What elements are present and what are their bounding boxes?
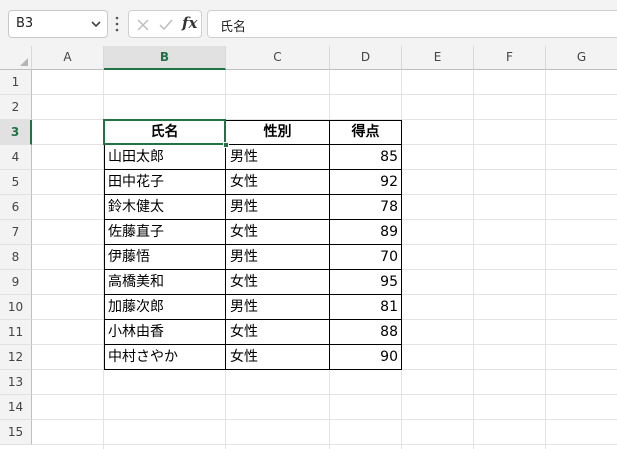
gender-cell[interactable]: 男性 (226, 145, 330, 170)
score-cell[interactable]: 85 (330, 145, 402, 170)
column-header-a[interactable]: A (32, 46, 104, 70)
name-cell[interactable]: 高橋美和 (104, 270, 226, 295)
name-cell[interactable]: 伊藤悟 (104, 245, 226, 270)
score-cell[interactable]: 95 (330, 270, 402, 295)
row-header-2[interactable]: 2 (0, 95, 32, 120)
score-cell[interactable]: 70 (330, 245, 402, 270)
name-cell[interactable]: 田中花子 (104, 170, 226, 195)
table-header-cell[interactable]: 性別 (226, 120, 330, 145)
gridline-horizontal (32, 444, 617, 445)
select-all-button[interactable] (0, 46, 32, 70)
formula-input[interactable]: 氏名 (207, 10, 617, 38)
row-header-10[interactable]: 10 (0, 295, 32, 320)
score-cell[interactable]: 78 (330, 195, 402, 220)
enter-check-icon[interactable] (158, 17, 174, 33)
insert-function-icon[interactable]: fx (182, 14, 197, 32)
score-cell[interactable]: 90 (330, 345, 402, 370)
name-cell[interactable]: 山田太郎 (104, 145, 226, 170)
gender-cell[interactable]: 男性 (226, 295, 330, 320)
gender-cell[interactable]: 男性 (226, 245, 330, 270)
name-box[interactable]: B3 (8, 10, 108, 38)
gridline-vertical (473, 70, 474, 449)
column-header-f[interactable]: F (474, 46, 546, 70)
row-header-6[interactable]: 6 (0, 195, 32, 220)
formula-buttons: fx (128, 10, 202, 38)
row-header-5[interactable]: 5 (0, 170, 32, 195)
row-header-4[interactable]: 4 (0, 145, 32, 170)
more-options-icon[interactable] (114, 15, 120, 33)
gender-cell[interactable]: 女性 (226, 170, 330, 195)
row-header-3[interactable]: 3 (0, 120, 32, 145)
row-header-15[interactable]: 15 (0, 420, 32, 445)
spreadsheet-grid[interactable]: ABCDEFG 1 2 3 4 5 6 7 8 9 10 11 12 13 14 15 氏名 性別 得点 山田太郎… (0, 46, 617, 449)
gridline-vertical (545, 70, 546, 449)
row-header-8[interactable]: 8 (0, 245, 32, 270)
column-header-d[interactable]: D (330, 46, 402, 70)
column-header-e[interactable]: E (402, 46, 474, 70)
row-header-1[interactable]: 1 (0, 70, 32, 95)
table-header-cell[interactable]: 得点 (330, 120, 402, 145)
chevron-down-icon[interactable] (90, 17, 102, 31)
row-header-14[interactable]: 14 (0, 395, 32, 420)
name-cell[interactable]: 佐藤直子 (104, 220, 226, 245)
gender-cell[interactable]: 女性 (226, 320, 330, 345)
row-header-9[interactable]: 9 (0, 270, 32, 295)
name-cell[interactable]: 小林由香 (104, 320, 226, 345)
row-header-12[interactable]: 12 (0, 345, 32, 370)
name-cell[interactable]: 加藤次郎 (104, 295, 226, 320)
name-box-value: B3 (16, 16, 34, 31)
name-cell[interactable]: 中村さやか (104, 345, 226, 370)
column-header-c[interactable]: C (226, 46, 330, 70)
score-cell[interactable]: 88 (330, 320, 402, 345)
score-cell[interactable]: 89 (330, 220, 402, 245)
gender-cell[interactable]: 女性 (226, 270, 330, 295)
row-header-13[interactable]: 13 (0, 370, 32, 395)
gender-cell[interactable]: 女性 (226, 220, 330, 245)
fill-handle[interactable] (223, 142, 229, 148)
formula-bar: B3 fx 氏名 (0, 0, 617, 46)
column-header-g[interactable]: G (546, 46, 617, 70)
row-header-7[interactable]: 7 (0, 220, 32, 245)
score-cell[interactable]: 81 (330, 295, 402, 320)
gridline-horizontal (32, 419, 617, 420)
gender-cell[interactable]: 女性 (226, 345, 330, 370)
data-table: 氏名 性別 得点 山田太郎 男性 85 田中花子 女性 92 鈴木健太 男性 78 佐藤直子 女性 89 伊藤… (104, 120, 402, 370)
cancel-icon[interactable] (135, 17, 151, 33)
score-cell[interactable]: 92 (330, 170, 402, 195)
active-cell-outline (103, 119, 226, 145)
gender-cell[interactable]: 男性 (226, 195, 330, 220)
row-header-11[interactable]: 11 (0, 320, 32, 345)
formula-value: 氏名 (220, 20, 247, 35)
gridline-horizontal (32, 394, 617, 395)
gridline-horizontal (32, 94, 617, 95)
name-cell[interactable]: 鈴木健太 (104, 195, 226, 220)
column-header-b[interactable]: B (104, 46, 226, 70)
